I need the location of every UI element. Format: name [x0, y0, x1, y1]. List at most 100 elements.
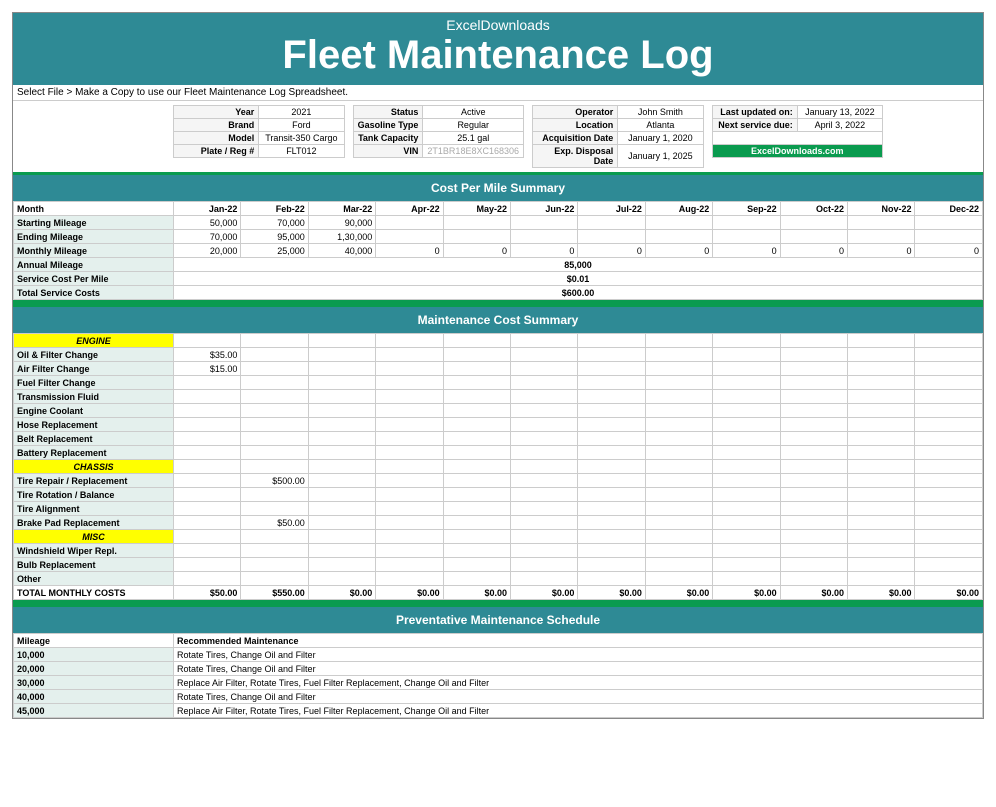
cell[interactable] — [780, 572, 847, 586]
cell[interactable] — [308, 390, 375, 404]
info-value[interactable]: FLT012 — [259, 145, 344, 158]
cell[interactable] — [713, 216, 780, 230]
cell[interactable] — [443, 488, 510, 502]
cell[interactable] — [645, 572, 712, 586]
cell[interactable] — [443, 502, 510, 516]
cell[interactable]: $35.00 — [174, 348, 241, 362]
cell[interactable] — [713, 418, 780, 432]
cell[interactable] — [308, 572, 375, 586]
info-value[interactable]: Transit-350 Cargo — [259, 132, 344, 145]
cell[interactable] — [915, 230, 983, 244]
cell[interactable] — [578, 390, 645, 404]
cell[interactable] — [443, 230, 510, 244]
cell[interactable] — [174, 474, 241, 488]
cell[interactable] — [848, 348, 915, 362]
cell[interactable] — [780, 558, 847, 572]
cell[interactable] — [376, 572, 443, 586]
cell[interactable] — [848, 418, 915, 432]
cell[interactable] — [848, 446, 915, 460]
cell[interactable] — [915, 418, 983, 432]
cell[interactable]: 0 — [713, 244, 780, 258]
cell[interactable]: 0 — [645, 244, 712, 258]
cell[interactable] — [848, 516, 915, 530]
cell[interactable] — [578, 516, 645, 530]
cell[interactable] — [645, 216, 712, 230]
cell[interactable] — [511, 216, 578, 230]
cell[interactable] — [578, 362, 645, 376]
cell[interactable] — [308, 488, 375, 502]
cell[interactable]: 0 — [443, 244, 510, 258]
cell[interactable]: 0 — [578, 244, 645, 258]
info-value[interactable]: 25.1 gal — [423, 132, 524, 145]
cell[interactable] — [578, 404, 645, 418]
cell[interactable] — [713, 502, 780, 516]
cell[interactable] — [443, 418, 510, 432]
cell[interactable] — [915, 376, 983, 390]
maintenance-cost-table[interactable]: ENGINEOil & Filter Change$35.00Air Filte… — [13, 333, 983, 600]
cell[interactable] — [443, 558, 510, 572]
cell[interactable] — [511, 230, 578, 244]
cell[interactable] — [174, 418, 241, 432]
info-value[interactable]: Active — [423, 106, 524, 119]
cell[interactable] — [376, 558, 443, 572]
cell[interactable] — [848, 362, 915, 376]
cell[interactable] — [848, 474, 915, 488]
cell[interactable]: 90,000 — [308, 216, 375, 230]
cell[interactable] — [780, 432, 847, 446]
cell[interactable] — [443, 376, 510, 390]
cell[interactable] — [376, 474, 443, 488]
cell[interactable] — [308, 502, 375, 516]
cell[interactable]: 25,000 — [241, 244, 308, 258]
cell[interactable] — [713, 348, 780, 362]
info-value[interactable]: 2021 — [259, 106, 344, 119]
cell[interactable] — [780, 376, 847, 390]
cell[interactable] — [780, 362, 847, 376]
cell[interactable] — [848, 572, 915, 586]
cell[interactable] — [241, 376, 308, 390]
cell[interactable]: 1,30,000 — [308, 230, 375, 244]
cell[interactable] — [848, 390, 915, 404]
cell[interactable]: $500.00 — [241, 474, 308, 488]
cell[interactable] — [645, 432, 712, 446]
cell[interactable] — [443, 216, 510, 230]
cell[interactable] — [511, 348, 578, 362]
cell[interactable] — [780, 418, 847, 432]
cell[interactable] — [376, 432, 443, 446]
info-value[interactable]: 2T1BR18E8XC168306 — [423, 145, 524, 158]
pm-recommendation[interactable]: Rotate Tires, Change Oil and Filter — [174, 690, 983, 704]
cell[interactable] — [713, 544, 780, 558]
cell[interactable]: 0 — [511, 244, 578, 258]
cell[interactable] — [308, 446, 375, 460]
cell[interactable] — [645, 230, 712, 244]
cell[interactable] — [713, 432, 780, 446]
cell[interactable] — [174, 404, 241, 418]
cell[interactable] — [915, 474, 983, 488]
cell[interactable] — [174, 376, 241, 390]
cell[interactable] — [915, 488, 983, 502]
cell[interactable] — [308, 376, 375, 390]
cell[interactable] — [443, 446, 510, 460]
info-value[interactable]: January 1, 2025 — [618, 145, 703, 168]
cell[interactable] — [376, 516, 443, 530]
cell[interactable] — [578, 376, 645, 390]
cell[interactable] — [645, 558, 712, 572]
cell[interactable] — [376, 418, 443, 432]
cell[interactable] — [174, 432, 241, 446]
cell[interactable]: 70,000 — [174, 230, 241, 244]
cell[interactable] — [713, 404, 780, 418]
pm-recommendation[interactable]: Replace Air Filter, Rotate Tires, Fuel F… — [174, 676, 983, 690]
cell[interactable] — [511, 376, 578, 390]
cell[interactable] — [376, 544, 443, 558]
cell[interactable] — [443, 432, 510, 446]
cell[interactable] — [713, 376, 780, 390]
cell[interactable] — [511, 446, 578, 460]
cell[interactable]: 20,000 — [174, 244, 241, 258]
cell[interactable] — [511, 390, 578, 404]
cell[interactable]: $50.00 — [241, 516, 308, 530]
cell[interactable] — [308, 404, 375, 418]
cell[interactable] — [915, 362, 983, 376]
cell[interactable] — [308, 418, 375, 432]
cell[interactable] — [376, 216, 443, 230]
pm-recommendation[interactable]: Replace Air Filter, Rotate Tires, Fuel F… — [174, 704, 983, 718]
cell[interactable]: $15.00 — [174, 362, 241, 376]
